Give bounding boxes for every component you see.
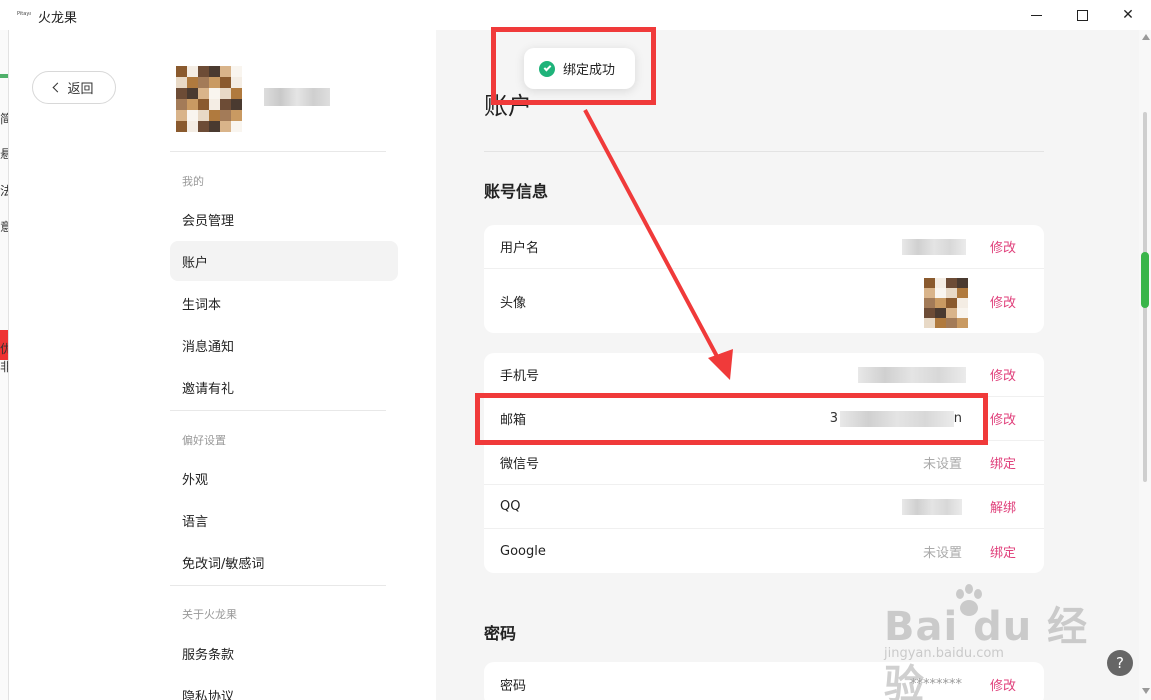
password-label: 密码	[500, 678, 527, 694]
title-bar: Pitaya 火龙果 ✕	[0, 0, 1151, 30]
minimize-button[interactable]	[1013, 0, 1059, 30]
window-title: 火龙果	[38, 11, 78, 26]
qq-row: QQ 解绑	[484, 485, 1044, 529]
chevron-left-icon	[53, 82, 63, 93]
sidebar-divider	[170, 410, 386, 411]
username-label: 用户名	[500, 241, 540, 256]
sidebar-item-notifications[interactable]: 消息通知	[170, 325, 398, 365]
username-value-blurred	[902, 238, 966, 255]
sidebar-item-account[interactable]: 账户	[170, 241, 398, 281]
sidebar-item-appearance[interactable]: 外观	[170, 458, 398, 498]
close-button[interactable]: ✕	[1105, 0, 1151, 30]
phone-label: 手机号	[500, 369, 540, 384]
annotation-box-toast	[491, 27, 656, 105]
baidu-watermark: Bai du 经验 jingyan.baidu.com	[884, 584, 1104, 700]
help-icon: ?	[1116, 654, 1124, 672]
edit-username-button[interactable]: 修改	[990, 237, 1016, 256]
sidebar-item-privacy[interactable]: 隐私协议	[170, 675, 398, 700]
account-info-title: 账号信息	[484, 182, 549, 201]
edit-avatar-button[interactable]: 修改	[990, 292, 1016, 311]
phone-value-blurred	[858, 366, 966, 383]
wechat-row: 微信号 未设置 绑定	[484, 441, 1044, 485]
scrollbar-thumb[interactable]	[1141, 252, 1149, 308]
account-card-basic: 用户名 修改 头像 修改	[484, 225, 1044, 333]
qq-label: QQ	[500, 499, 521, 514]
sidebar-item-invite[interactable]: 邀请有礼	[170, 367, 398, 407]
sidebar-item-membership[interactable]: 会员管理	[170, 199, 398, 239]
google-value: 未设置	[922, 545, 962, 561]
wechat-label: 微信号	[500, 457, 540, 472]
sidebar-item-terms[interactable]: 服务条款	[170, 633, 398, 673]
bind-wechat-button[interactable]: 绑定	[990, 453, 1016, 472]
phone-row: 手机号 修改	[484, 353, 1044, 397]
edit-phone-button[interactable]: 修改	[990, 365, 1016, 384]
minimize-icon	[1030, 14, 1042, 16]
sidebar-section-about: 关于火龙果	[182, 608, 237, 621]
app-logo-icon: Pitaya	[17, 11, 31, 17]
annotation-box-email	[475, 393, 988, 445]
main-divider	[484, 151, 1044, 152]
avatar-label: 头像	[500, 295, 527, 311]
sidebar-section-preferences: 偏好设置	[182, 434, 226, 447]
scroll-up-icon[interactable]	[1142, 34, 1150, 40]
sidebar-section-mine: 我的	[182, 175, 204, 188]
sidebar-item-vocabulary[interactable]: 生词本	[170, 283, 398, 323]
avatar-row: 头像 修改	[484, 269, 1044, 333]
password-section-title: 密码	[484, 624, 517, 643]
google-label: Google	[500, 543, 546, 559]
help-button[interactable]: ?	[1107, 650, 1133, 676]
scroll-down-icon[interactable]	[1142, 688, 1150, 694]
avatar[interactable]	[176, 66, 242, 132]
sidebar-item-language[interactable]: 语言	[170, 500, 398, 540]
bind-google-button[interactable]: 绑定	[990, 542, 1016, 561]
edit-email-button[interactable]: 修改	[990, 409, 1016, 428]
background-window-strip: 简 悬 法 意 优 非	[0, 30, 9, 700]
wechat-value: 未设置	[922, 457, 962, 472]
unbind-qq-button[interactable]: 解绑	[990, 497, 1016, 516]
username-blurred	[264, 88, 330, 106]
watermark-sub: jingyan.baidu.com	[884, 646, 1004, 661]
back-button[interactable]: 返回	[32, 71, 116, 104]
back-button-label: 返回	[67, 82, 94, 97]
account-card-bindings: 手机号 修改 邮箱 3 n 修改 微信号 未设置 绑定 QQ 解绑 Google…	[484, 353, 1044, 573]
maximize-icon	[1076, 9, 1088, 21]
qq-value-blurred	[902, 498, 962, 515]
avatar-thumbnail	[924, 278, 968, 328]
username-row: 用户名 修改	[484, 225, 1044, 269]
sidebar-divider	[170, 151, 386, 152]
google-row: Google 未设置 绑定	[484, 529, 1044, 573]
sidebar-item-sensitive-words[interactable]: 免改词/敏感词	[170, 542, 398, 582]
maximize-button[interactable]	[1059, 0, 1105, 30]
sidebar-divider	[170, 585, 386, 586]
close-icon: ✕	[1122, 7, 1134, 23]
